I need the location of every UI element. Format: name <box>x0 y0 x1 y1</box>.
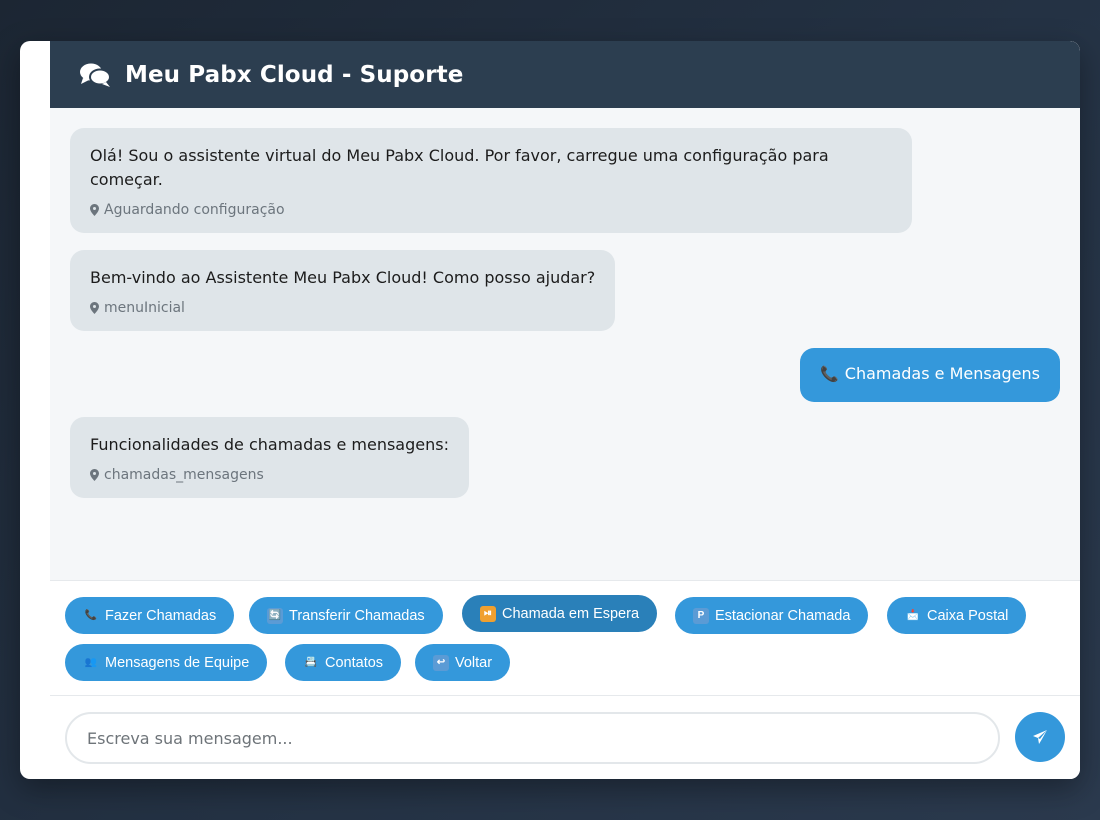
quick-reply-label: Chamada em Espera <box>502 605 640 622</box>
users-icon: 👥 <box>84 657 98 668</box>
phone-icon: 📞 <box>84 610 98 621</box>
map-marker-icon <box>90 204 99 216</box>
quick-reply-voltar[interactable]: ↩ Voltar <box>415 644 511 681</box>
message-meta: menuInicial <box>90 299 595 317</box>
message-text: Funcionalidades de chamadas e mensagens: <box>90 435 449 454</box>
quick-reply-label: Transferir Chamadas <box>289 607 425 624</box>
bot-message: Bem-vindo ao Assistente Meu Pabx Cloud! … <box>70 250 616 331</box>
map-marker-icon <box>90 469 99 481</box>
bot-message: Funcionalidades de chamadas e mensagens:… <box>70 417 469 498</box>
chat-header: Meu Pabx Cloud - Suporte <box>50 41 1080 108</box>
paper-plane-icon <box>1032 729 1048 745</box>
message-text: Chamadas e Mensagens <box>844 364 1040 383</box>
parking-icon: P <box>693 607 709 624</box>
user-message: 📞 Chamadas e Mensagens <box>800 348 1060 402</box>
message-meta-label: chamadas_mensagens <box>104 467 264 483</box>
message-composer <box>50 696 1080 779</box>
chat-panel: Meu Pabx Cloud - Suporte Olá! Sou o assi… <box>50 41 1080 779</box>
quick-reply-estacionar-chamada[interactable]: P Estacionar Chamada <box>675 597 869 634</box>
message-input[interactable] <box>65 712 1000 764</box>
quick-reply-label: Estacionar Chamada <box>715 607 851 624</box>
quick-reply-label: Caixa Postal <box>927 607 1009 624</box>
envelope-icon: 📩 <box>906 610 920 621</box>
quick-reply-transferir-chamadas[interactable]: 🔄 Transferir Chamadas <box>249 597 443 634</box>
map-marker-icon <box>90 302 99 314</box>
quick-reply-label: Contatos <box>325 654 384 671</box>
message-list: Olá! Sou o assistente virtual do Meu Pab… <box>50 108 1080 581</box>
message-meta-label: menuInicial <box>104 300 185 316</box>
address-card-icon: 📇 <box>304 657 318 668</box>
page-title: Meu Pabx Cloud - Suporte <box>125 61 464 88</box>
message-meta: Aguardando configuração <box>90 201 892 219</box>
chat-window: Meu Pabx Cloud - Suporte Olá! Sou o assi… <box>20 41 1080 779</box>
message-text: Olá! Sou o assistente virtual do Meu Pab… <box>90 146 829 189</box>
quick-reply-contatos[interactable]: 📇 Contatos <box>285 644 402 681</box>
refresh-icon: 🔄 <box>267 607 283 624</box>
quick-reply-fazer-chamadas[interactable]: 📞 Fazer Chamadas <box>65 597 235 634</box>
quick-reply-mensagens-de-equipe[interactable]: 👥 Mensagens de Equipe <box>65 644 268 681</box>
quick-reply-label: Fazer Chamadas <box>105 607 217 624</box>
return-icon: ↩ <box>433 654 449 671</box>
send-button[interactable] <box>1015 712 1065 762</box>
quick-reply-chamada-em-espera[interactable]: ⏯ Chamada em Espera <box>462 595 658 632</box>
quick-reply-label: Mensagens de Equipe <box>105 654 250 671</box>
play-pause-icon: ⏯ <box>480 605 496 622</box>
message-meta-label: Aguardando configuração <box>104 202 285 218</box>
bot-message: Olá! Sou o assistente virtual do Meu Pab… <box>70 128 912 233</box>
message-text: Bem-vindo ao Assistente Meu Pabx Cloud! … <box>90 268 596 287</box>
message-meta: chamadas_mensagens <box>90 466 449 484</box>
quick-reply-label: Voltar <box>455 654 493 671</box>
phone-icon: 📞 <box>820 365 839 383</box>
quick-replies: 📞 Fazer Chamadas 🔄 Transferir Chamadas ⏯… <box>50 581 1080 696</box>
quick-reply-caixa-postal[interactable]: 📩 Caixa Postal <box>887 597 1027 634</box>
comments-icon <box>79 62 112 88</box>
